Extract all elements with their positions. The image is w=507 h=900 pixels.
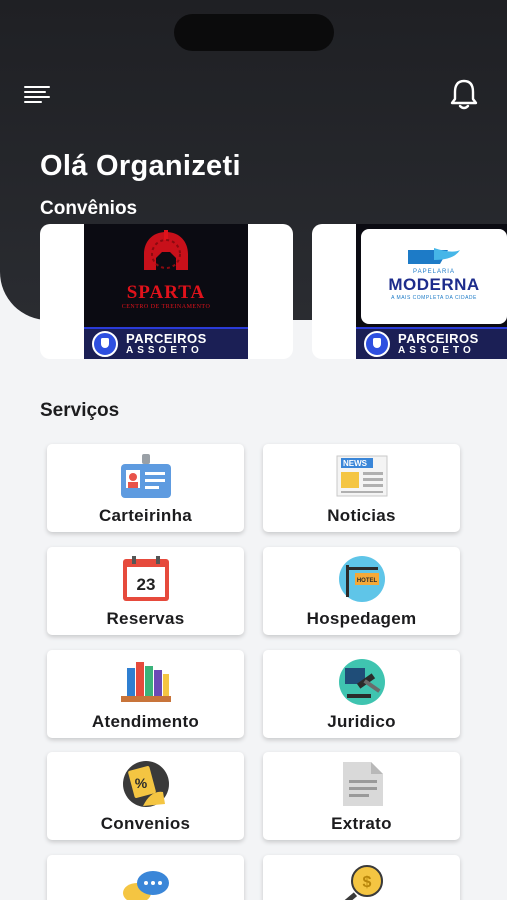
banner-image: SPARTA CENTRO DE TREINAMENTO: [84, 224, 248, 327]
calendar-day: 23: [137, 575, 156, 594]
sparta-brand-name: SPARTA: [126, 282, 206, 303]
id-card-icon: [121, 454, 171, 498]
moderna-brand-name: MODERNA: [388, 275, 480, 294]
moderna-logo-area: PAPELARIA MODERNA A MAIS COMPLETA DA CID…: [361, 229, 507, 324]
assoeto-badge-icon: [364, 331, 390, 357]
service-card-noticias[interactable]: NEWS Noticias: [263, 444, 460, 532]
menu-icon-line: [24, 101, 42, 103]
svg-text:%: %: [135, 775, 148, 791]
convenios-section-title: Convênios: [40, 198, 138, 219]
services-section-title: Serviços: [40, 400, 120, 421]
phone-notch: [174, 14, 334, 51]
money-search-icon: $: [341, 865, 383, 900]
convenio-banner-moderna[interactable]: PAPELARIA MODERNA A MAIS COMPLETA DA CID…: [312, 224, 507, 359]
service-card-hospedagem[interactable]: HOTEL Hospedagem: [263, 547, 460, 635]
service-card-chat[interactable]: [47, 855, 244, 900]
service-label: Extrato: [331, 814, 392, 833]
parceiros-footer: PARCEIROS ASSOETO: [356, 327, 507, 359]
greeting-title: Olá Organizeti: [40, 150, 241, 182]
service-card-reservas[interactable]: 23 Reservas: [47, 547, 244, 635]
service-label: Juridico: [327, 712, 396, 731]
notifications-button[interactable]: [446, 76, 482, 112]
chat-bubbles-icon: [123, 871, 169, 900]
discount-tag-icon: %: [123, 761, 169, 807]
gavel-icon: [339, 659, 385, 705]
service-card-carteirinha[interactable]: Carteirinha: [47, 444, 244, 532]
books-icon: [121, 662, 171, 702]
parceiros-label: PARCEIROS: [126, 331, 207, 346]
banner-image: PAPELARIA MODERNA A MAIS COMPLETA DA CID…: [356, 224, 507, 327]
menu-icon-line: [24, 91, 46, 93]
moderna-logo-icon: [408, 248, 460, 264]
bell-icon: [450, 79, 478, 110]
convenio-banner-sparta[interactable]: SPARTA CENTRO DE TREINAMENTO PARCEIROS A…: [40, 224, 293, 359]
service-label: Noticias: [327, 506, 396, 525]
assoeto-label: ASSOETO: [398, 345, 475, 356]
parceiros-label: PARCEIROS: [398, 331, 479, 346]
service-card-convenios[interactable]: % Convenios: [47, 752, 244, 840]
svg-text:NEWS: NEWS: [343, 459, 368, 468]
sparta-brand-subtitle: CENTRO DE TREINAMENTO: [121, 304, 211, 310]
service-card-extrato[interactable]: Extrato: [263, 752, 460, 840]
spartan-helmet-icon: [144, 230, 188, 270]
assoeto-label: ASSOETO: [126, 345, 203, 356]
moderna-brand-subtitle: A MAIS COMPLETA DA CIDADE: [391, 295, 477, 301]
svg-text:$: $: [363, 874, 372, 891]
calendar-icon: 23: [123, 556, 169, 601]
service-card-financeiro[interactable]: $: [263, 855, 460, 900]
menu-icon-line: [24, 96, 50, 98]
hotel-sign-icon: HOTEL: [339, 556, 385, 602]
menu-button[interactable]: [24, 84, 50, 103]
newspaper-icon: NEWS: [336, 455, 388, 497]
service-label: Convenios: [100, 814, 191, 833]
service-label: Reservas: [106, 609, 185, 628]
menu-icon-line: [24, 86, 50, 88]
assoeto-badge-icon: [92, 331, 118, 357]
service-label: Atendimento: [91, 712, 200, 731]
service-card-atendimento[interactable]: Atendimento: [47, 650, 244, 738]
service-card-juridico[interactable]: Juridico: [263, 650, 460, 738]
service-label: Hospedagem: [306, 609, 417, 628]
service-label: Carteirinha: [98, 506, 193, 525]
hotel-text: HOTEL: [357, 578, 378, 584]
document-icon: [343, 762, 383, 806]
parceiros-footer: PARCEIROS ASSOETO: [84, 327, 248, 359]
